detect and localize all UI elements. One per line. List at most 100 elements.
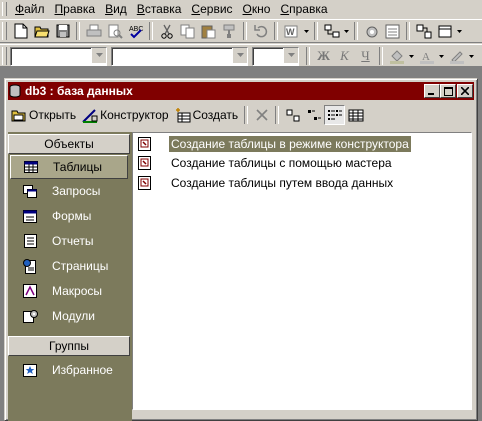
chevron-down-icon[interactable]: [232, 47, 247, 63]
object-item-label: Страницы: [52, 259, 109, 273]
large-icons-icon: [286, 109, 300, 121]
toolbar-grip[interactable]: [2, 22, 7, 40]
design-icon: [82, 108, 98, 123]
office-links-icon[interactable]: W: [281, 21, 302, 41]
code-icon[interactable]: [361, 21, 382, 41]
object-item-tables[interactable]: Таблицы: [10, 155, 128, 179]
chevron-down-icon[interactable]: [467, 46, 476, 66]
chevron-down-icon[interactable]: [342, 21, 351, 41]
large-icons-button[interactable]: [282, 105, 303, 125]
chevron-down-icon[interactable]: [437, 46, 446, 66]
bold-button[interactable]: Ж: [313, 46, 334, 66]
relationships-icon[interactable]: [413, 21, 434, 41]
analyze-icon[interactable]: [321, 21, 342, 41]
object-item-label: Избранное: [52, 363, 113, 377]
toolbar-separator: [244, 106, 249, 124]
font-name-combo[interactable]: [111, 46, 248, 66]
menu-help[interactable]: Справка: [275, 0, 332, 18]
menu-tools[interactable]: Сервис: [186, 0, 237, 18]
menu-edit[interactable]: Правка: [50, 0, 101, 18]
underline-button[interactable]: Ч: [355, 46, 376, 66]
chevron-down-icon[interactable]: [455, 21, 464, 41]
toolbar-separator: [306, 47, 310, 65]
database-window-titlebar[interactable]: db3 : база данных: [8, 82, 474, 100]
copy-icon[interactable]: [177, 21, 198, 41]
design-button[interactable]: Конструктор: [79, 104, 171, 126]
close-button[interactable]: [457, 84, 473, 98]
chevron-down-icon[interactable]: [302, 21, 311, 41]
font-size-combo[interactable]: [252, 46, 299, 66]
object-item-label: Запросы: [52, 184, 101, 198]
standard-toolbar: ABC W: [0, 19, 482, 43]
toolbar-grip[interactable]: [2, 47, 7, 65]
menu-insert[interactable]: Вставка: [132, 0, 187, 18]
new-file-icon[interactable]: [10, 21, 31, 41]
object-list: Создание таблицы в режиме конструктора С…: [132, 132, 472, 410]
delete-icon: [256, 109, 268, 121]
menu-window[interactable]: Окно: [238, 0, 276, 18]
open-folder-icon[interactable]: [31, 21, 52, 41]
list-item-label: Создание таблицы путем ввода данных: [171, 176, 394, 190]
query-icon: [22, 183, 38, 199]
paste-icon[interactable]: [198, 21, 219, 41]
maximize-button[interactable]: [440, 84, 456, 98]
properties-icon[interactable]: [382, 21, 403, 41]
report-icon: [22, 233, 38, 249]
minimize-button[interactable]: [424, 84, 440, 98]
object-item-label: Таблицы: [53, 160, 103, 174]
chevron-down-icon[interactable]: [407, 46, 416, 66]
group-item-favorites[interactable]: Избранное: [10, 358, 128, 382]
wizard-shortcut-icon: [137, 136, 153, 152]
open-button-label: Открыть: [29, 108, 77, 122]
macro-icon: [22, 283, 38, 299]
menu-view[interactable]: Вид: [100, 0, 132, 18]
wizard-shortcut-icon: [137, 155, 153, 171]
svg-text:W: W: [286, 27, 295, 37]
list-item[interactable]: Создание таблицы в режиме конструктора: [137, 135, 411, 153]
fill-color-icon[interactable]: [386, 46, 407, 66]
chevron-down-icon[interactable]: [91, 47, 106, 63]
cut-icon[interactable]: [156, 21, 177, 41]
table-icon: [23, 159, 39, 175]
create-icon: [175, 107, 191, 122]
small-icons-button[interactable]: [303, 105, 324, 125]
object-item-forms[interactable]: Формы: [10, 204, 128, 228]
object-item-label: Отчеты: [52, 234, 94, 248]
italic-button[interactable]: К: [334, 46, 355, 66]
print-preview-icon[interactable]: [104, 21, 125, 41]
details-view-button[interactable]: [345, 105, 366, 125]
object-item-macros[interactable]: Макросы: [10, 279, 128, 303]
close-icon: [461, 87, 469, 95]
list-item[interactable]: Создание таблицы путем ввода данных: [137, 174, 395, 192]
object-combo[interactable]: [10, 46, 107, 66]
print-icon[interactable]: [83, 21, 104, 41]
groups-header-button[interactable]: Группы: [8, 336, 130, 356]
font-color-icon[interactable]: A: [416, 46, 437, 66]
minimize-icon: [428, 93, 434, 95]
chevron-down-icon[interactable]: [283, 47, 298, 63]
maximize-icon: [443, 86, 453, 96]
undo-icon[interactable]: [250, 21, 271, 41]
object-item-modules[interactable]: Модули: [10, 304, 128, 328]
object-item-pages[interactable]: Страницы: [10, 254, 128, 278]
object-item-queries[interactable]: Запросы: [10, 179, 128, 203]
delete-button[interactable]: [251, 105, 272, 125]
spelling-icon[interactable]: ABC: [125, 21, 146, 41]
create-button[interactable]: Создать: [172, 104, 242, 126]
list-view-button[interactable]: [324, 105, 346, 125]
menu-file[interactable]: Файл: [10, 0, 50, 18]
save-icon[interactable]: [52, 21, 73, 41]
objects-header-button[interactable]: Объекты: [8, 134, 130, 154]
open-button[interactable]: Открыть: [8, 104, 79, 126]
list-view-icon: [327, 109, 342, 120]
toolbar-separator: [379, 47, 383, 65]
object-item-label: Макросы: [52, 284, 103, 298]
toolbar-separator: [314, 22, 318, 40]
object-item-reports[interactable]: Отчеты: [10, 229, 128, 253]
new-object-icon[interactable]: [434, 21, 455, 41]
line-color-icon[interactable]: [446, 46, 467, 66]
create-button-label: Создать: [192, 108, 239, 122]
list-item[interactable]: Создание таблицы с помощью мастера: [137, 154, 394, 172]
format-painter-icon[interactable]: [219, 21, 240, 41]
menu-grip[interactable]: [2, 2, 7, 16]
